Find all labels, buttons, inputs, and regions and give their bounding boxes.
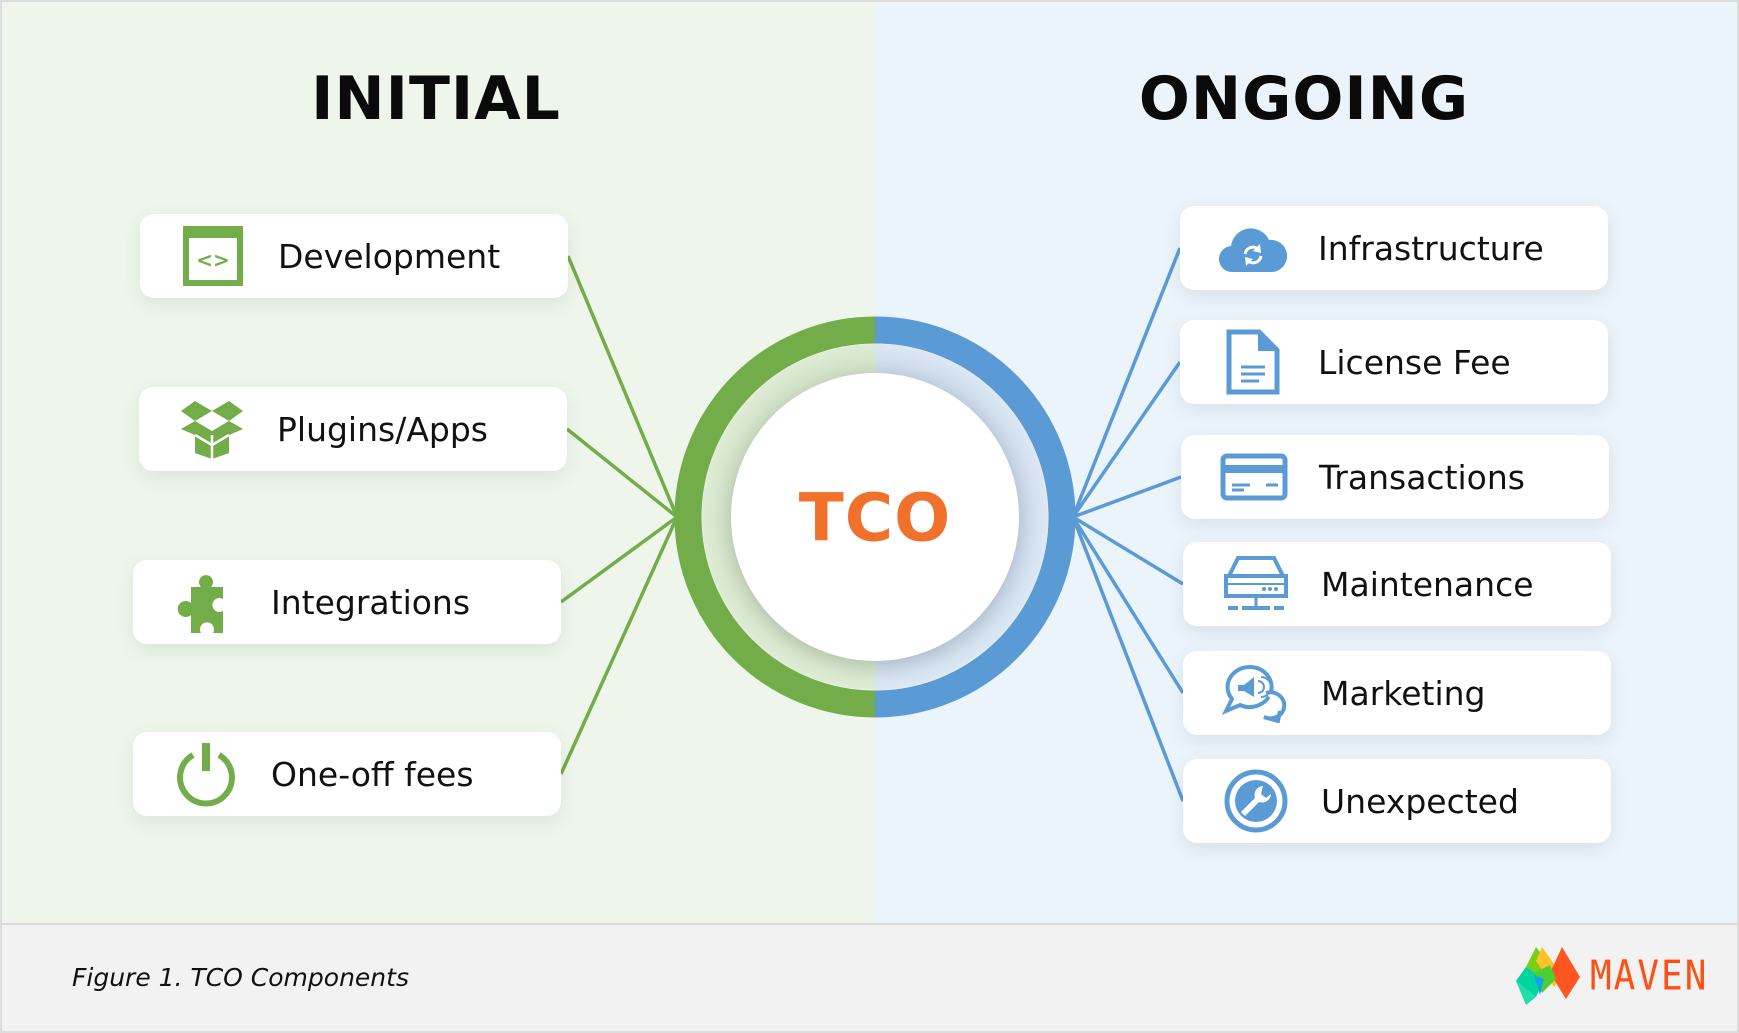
- figure-caption: Figure 1. TCO Components: [72, 963, 409, 992]
- initial-heading: INITIAL: [311, 64, 561, 134]
- connector-line: [1072, 515, 1184, 586]
- figure-frame: TCO INITIAL ONGOING <> Development Plugi…: [2, 2, 1737, 1031]
- card-label: Maintenance: [1321, 564, 1534, 604]
- brand-logo: MAVEN: [1514, 947, 1708, 1005]
- connector-line: [1072, 475, 1182, 519]
- connector-line: [1071, 516, 1185, 694]
- card-label: Development: [278, 236, 501, 276]
- ongoing-heading: ONGOING: [1138, 64, 1470, 134]
- card-plugins-apps: Plugins/Apps: [139, 387, 567, 471]
- card-development: <> Development: [140, 214, 568, 298]
- puzzle-piece-icon: [171, 567, 241, 637]
- card-infrastructure: Infrastructure: [1180, 206, 1608, 290]
- maven-logo-icon: [1516, 947, 1580, 1005]
- card-integrations: Integrations: [133, 560, 561, 644]
- card-marketing: Marketing: [1183, 651, 1611, 735]
- code-window-icon: <>: [178, 221, 248, 291]
- card-maintenance: Maintenance: [1183, 542, 1611, 626]
- power-icon: [171, 739, 241, 809]
- megaphone-chat-icon: [1221, 658, 1291, 728]
- svg-text:<>: <>: [196, 248, 230, 272]
- connector-line: [559, 516, 679, 775]
- card-label: One-off fees: [271, 754, 474, 794]
- card-transactions: Transactions: [1181, 435, 1609, 519]
- cloud-sync-icon: [1218, 213, 1288, 283]
- credit-card-icon: [1219, 442, 1289, 512]
- card-label: Infrastructure: [1318, 228, 1544, 268]
- connector-line: [1071, 516, 1185, 802]
- wrench-circle-icon: [1221, 766, 1291, 836]
- open-box-icon: [177, 394, 247, 464]
- card-license-fee: License Fee: [1180, 320, 1608, 404]
- connector-line: [566, 255, 679, 518]
- server-network-icon: [1221, 549, 1291, 619]
- card-label: Marketing: [1321, 673, 1486, 713]
- footer-divider: [2, 923, 1737, 925]
- tco-label: TCO: [798, 479, 952, 557]
- card-label: Transactions: [1319, 457, 1525, 497]
- card-label: Integrations: [271, 582, 471, 622]
- card-label: License Fee: [1318, 342, 1511, 382]
- brand-name: MAVEN: [1590, 952, 1709, 1000]
- card-label: Unexpected: [1321, 781, 1519, 821]
- document-icon: [1218, 327, 1288, 397]
- card-one-off-fees: One-off fees: [133, 732, 561, 816]
- card-label: Plugins/Apps: [277, 409, 488, 449]
- card-unexpected: Unexpected: [1183, 759, 1611, 843]
